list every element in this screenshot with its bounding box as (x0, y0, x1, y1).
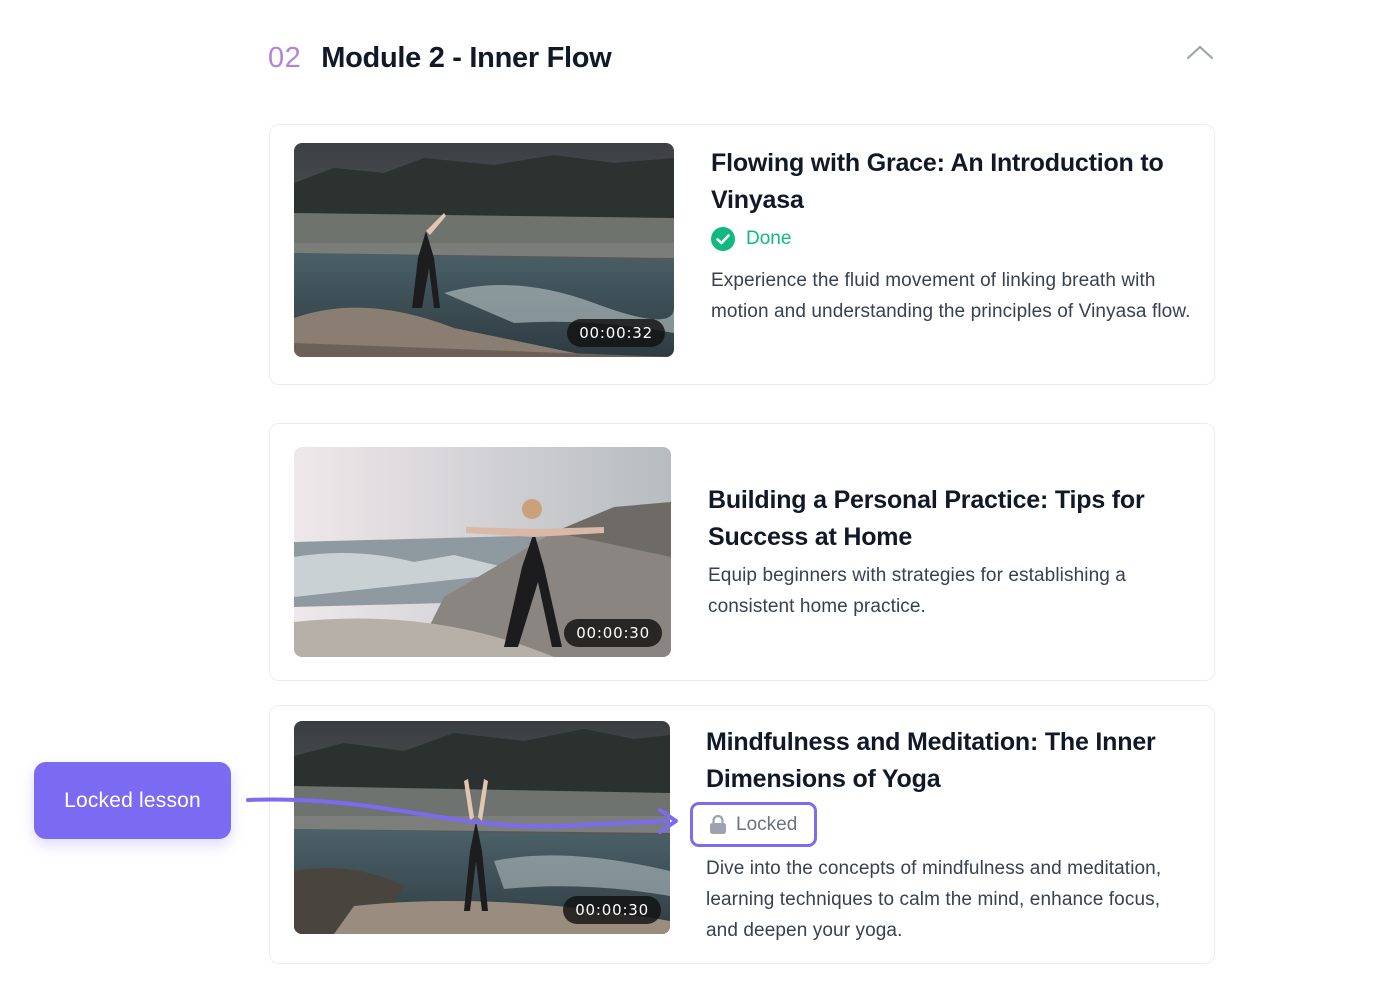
lesson-thumbnail[interactable]: 00:00:30 (294, 447, 671, 657)
status-label: Done (746, 228, 792, 249)
lesson-description: Dive into the concepts of mindfulness an… (706, 858, 1162, 941)
lesson-title[interactable]: Flowing with Grace: An Introduction to V… (711, 145, 1191, 219)
lesson-description: Experience the fluid movement of linking… (711, 270, 1191, 322)
status-badge-locked: Locked (690, 802, 818, 847)
video-duration: 00:00:30 (564, 619, 662, 647)
module-title: Module 2 - Inner Flow (321, 41, 612, 74)
lock-icon (710, 814, 726, 834)
lesson-description: Equip beginners with strategies for esta… (708, 565, 1126, 617)
status-label: Locked (736, 813, 798, 835)
module-number: 02 (268, 41, 302, 74)
status-badge-done: Done (711, 225, 1191, 253)
lesson-title[interactable]: Mindfulness and Meditation: The Inner Di… (706, 724, 1186, 798)
lesson-card[interactable]: 00:00:30 Mindfulness and Meditation: The… (269, 705, 1215, 964)
video-duration: 00:00:30 (563, 896, 661, 924)
chevron-up-icon (1186, 45, 1214, 60)
locked-lesson-callout: Locked lesson (34, 762, 231, 839)
lesson-card[interactable]: 00:00:32 Flowing with Grace: An Introduc… (269, 124, 1215, 385)
check-circle-icon (711, 227, 735, 251)
collapse-button[interactable] (1184, 36, 1216, 68)
lesson-card[interactable]: 00:00:30 Building a Personal Practice: T… (269, 423, 1215, 681)
module-header: 02 Module 2 - Inner Flow (268, 36, 1216, 80)
video-duration: 00:00:32 (567, 319, 665, 347)
lesson-title[interactable]: Building a Personal Practice: Tips for S… (708, 482, 1188, 556)
lesson-thumbnail[interactable]: 00:00:30 (294, 721, 670, 934)
lesson-thumbnail[interactable]: 00:00:32 (294, 143, 674, 357)
